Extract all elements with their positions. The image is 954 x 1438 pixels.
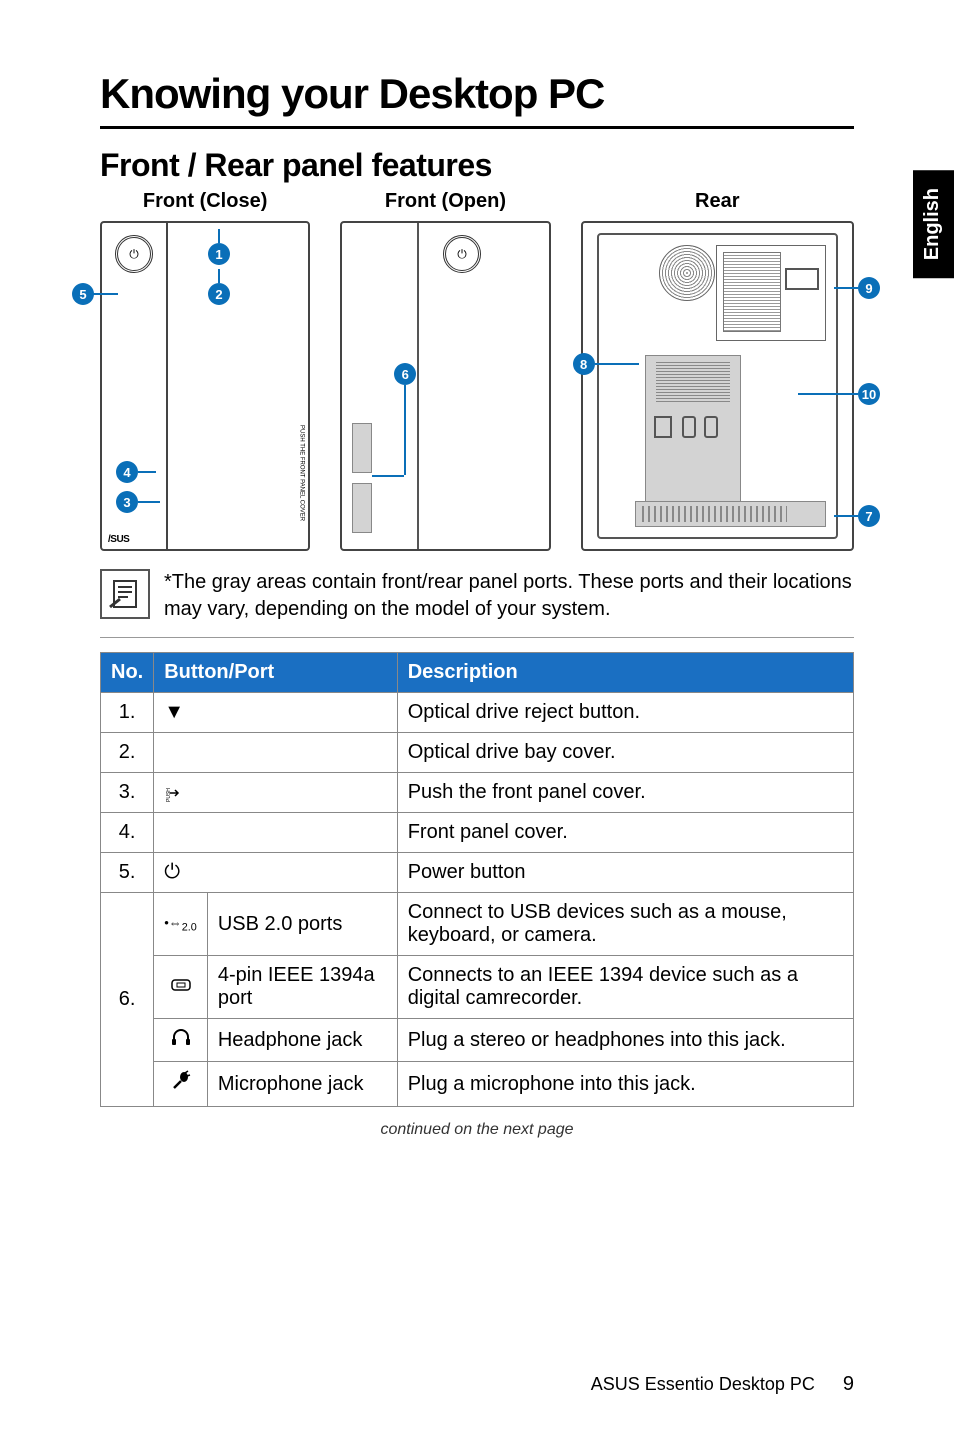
table-row: 5. ⏻ Power button — [101, 853, 854, 893]
chassis-front-close: ⏻ 5 4 3 /SUS 1 2 PUSH THE FRONT PANEL CO… — [100, 221, 310, 551]
cell-no: 2. — [101, 733, 154, 773]
diagram-label-front-open: Front (Open) — [340, 190, 550, 213]
callout-3: 3 — [116, 491, 138, 513]
table-row: Microphone jack Plug a microphone into t… — [101, 1062, 854, 1107]
power-button-icon: ⏻ — [115, 235, 153, 273]
callout-10: 10 — [858, 383, 880, 405]
note-text: *The gray areas contain front/rear panel… — [164, 569, 854, 623]
page-title: Knowing your Desktop PC — [100, 70, 854, 129]
eject-icon: ▼ — [154, 693, 397, 733]
microphone-icon — [154, 1062, 208, 1107]
callout-8: 8 — [573, 353, 595, 375]
diagram-label-rear: Rear — [581, 190, 854, 213]
rear-vent-icon — [659, 245, 715, 301]
cell-port-name: Headphone jack — [207, 1019, 397, 1062]
ieee1394-icon — [154, 956, 208, 1019]
chassis-front-open: ⏻ 6 — [340, 221, 550, 551]
table-row: Headphone jack Plug a stereo or headphon… — [101, 1019, 854, 1062]
headphone-icon — [154, 1019, 208, 1062]
diagram-front-open: Front (Open) ⏻ 6 — [340, 190, 550, 551]
power-button-open-icon: ⏻ — [443, 235, 481, 273]
rear-psu — [716, 245, 826, 341]
cell-desc: Plug a stereo or headphones into this ja… — [397, 1019, 853, 1062]
cell-desc: Optical drive reject button. — [397, 693, 853, 733]
svg-text:PUSH: PUSH — [166, 787, 172, 801]
table-row: 1. ▼ Optical drive reject button. — [101, 693, 854, 733]
cell-port-name: Microphone jack — [207, 1062, 397, 1107]
front-io-gray-1 — [352, 423, 372, 473]
rear-io-gray — [645, 355, 741, 525]
th-description: Description — [397, 653, 853, 693]
table-row: 4. Front panel cover. — [101, 813, 854, 853]
th-no: No. — [101, 653, 154, 693]
callout-1: 1 — [208, 243, 230, 265]
callout-2: 2 — [208, 283, 230, 305]
page-footer: ASUS Essentio Desktop PC 9 — [591, 1373, 854, 1396]
table-row: 6. •⇔2.0 USB 2.0 ports Connect to USB de… — [101, 893, 854, 956]
section-title: Front / Rear panel features — [100, 147, 854, 184]
push-label: PUSH THE FRONT PANEL COVER — [298, 425, 304, 521]
cell-no: 6. — [101, 893, 154, 1107]
cell-no: 5. — [101, 853, 154, 893]
diagram-front-close: Front (Close) ⏻ 5 4 3 /SUS 1 2 — [100, 190, 310, 551]
cell-desc: Front panel cover. — [397, 813, 853, 853]
cell-desc: Optical drive bay cover. — [397, 733, 853, 773]
cell-desc: Power button — [397, 853, 853, 893]
cell-desc: Connect to USB devices such as a mouse, … — [397, 893, 853, 956]
cell-desc: Connects to an IEEE 1394 device such as … — [397, 956, 853, 1019]
page-number: 9 — [843, 1373, 854, 1396]
front-io-gray-2 — [352, 483, 372, 533]
callout-5: 5 — [72, 283, 94, 305]
blank-icon — [154, 813, 397, 853]
diagram-label-front-close: Front (Close) — [100, 190, 310, 213]
diagram-rear: Rear — [581, 190, 854, 551]
cell-desc: Push the front panel cover. — [397, 773, 853, 813]
callout-9: 9 — [858, 277, 880, 299]
power-icon: ⏻ — [154, 853, 397, 893]
callout-6: 6 — [394, 363, 416, 385]
table-row: 4-pin IEEE 1394a port Connects to an IEE… — [101, 956, 854, 1019]
cell-port-name: USB 2.0 ports — [207, 893, 397, 956]
push-icon: PUSH — [154, 773, 397, 813]
asus-logo: /SUS — [108, 534, 129, 545]
table-row: 3. PUSH Push the front panel cover. — [101, 773, 854, 813]
table-row: 2. Optical drive bay cover. — [101, 733, 854, 773]
chassis-rear: 8 9 10 7 — [581, 221, 854, 551]
callout-7: 7 — [858, 505, 880, 527]
th-button-port: Button/Port — [154, 653, 397, 693]
rear-expansion-gray — [635, 501, 826, 527]
ports-table: No. Button/Port Description 1. ▼ Optical… — [100, 652, 854, 1107]
usb-icon: •⇔2.0 — [154, 893, 208, 956]
continued-note: continued on the next page — [100, 1121, 854, 1139]
cell-port-name: 4-pin IEEE 1394a port — [207, 956, 397, 1019]
cell-no: 3. — [101, 773, 154, 813]
note-row: *The gray areas contain front/rear panel… — [100, 569, 854, 638]
footer-title: ASUS Essentio Desktop PC — [591, 1374, 815, 1395]
note-icon — [100, 569, 150, 619]
callout-4: 4 — [116, 461, 138, 483]
blank-icon — [154, 733, 397, 773]
cell-desc: Plug a microphone into this jack. — [397, 1062, 853, 1107]
cell-no: 1. — [101, 693, 154, 733]
diagram-row: Front (Close) ⏻ 5 4 3 /SUS 1 2 — [100, 190, 854, 551]
cell-no: 4. — [101, 813, 154, 853]
